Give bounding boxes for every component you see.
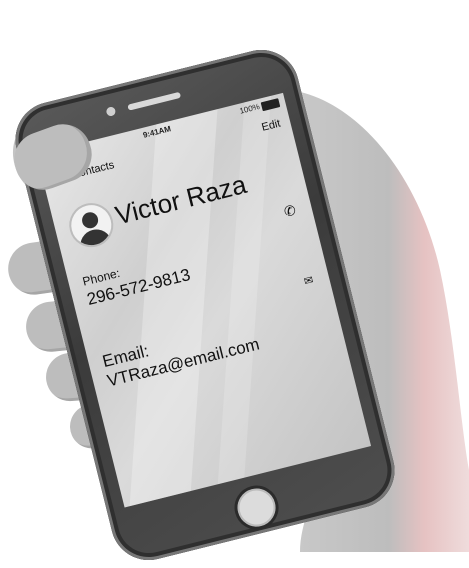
- screen-glare-secondary: [213, 92, 273, 508]
- avatar-shoulders: [76, 226, 114, 252]
- mail-icon[interactable]: ✉: [303, 273, 315, 288]
- person-avatar-icon: [64, 198, 118, 252]
- avatar-head: [80, 210, 100, 230]
- phone-icon[interactable]: ✆: [282, 201, 297, 220]
- battery-icon: [260, 98, 281, 112]
- scene: •••• ≈ 9:41AM 100% ‹ All Contacts Edit V…: [0, 0, 469, 568]
- battery-percent: 100%: [238, 102, 261, 116]
- edit-button[interactable]: Edit: [260, 118, 281, 134]
